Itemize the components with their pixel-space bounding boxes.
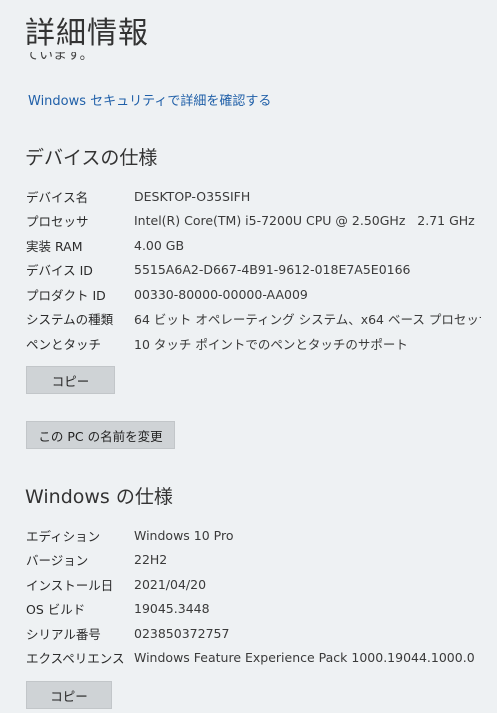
spec-value: 4.00 GB — [134, 237, 185, 253]
spec-row-device-id: デバイス ID 5515A6A2-D667-4B91-9612-018E7A5E… — [26, 258, 481, 283]
spec-value: 5515A6A2-D667-4B91-9612-018E7A5E0166 — [134, 262, 411, 278]
spec-label: エディション — [26, 528, 101, 544]
spec-label: プロダクト ID — [26, 287, 106, 303]
spec-label: デバイス ID — [26, 263, 93, 279]
copy-device-specs-button[interactable]: コピー — [26, 366, 115, 394]
windows-security-link[interactable]: Windows セキュリティで詳細を確認する — [28, 90, 271, 109]
copy-windows-specs-button[interactable]: コピー — [26, 681, 112, 709]
spec-row-os-build: OS ビルド 19045.3448 — [26, 597, 481, 622]
spec-value: Intel(R) Core(TM) i5-7200U CPU @ 2.50GHz… — [134, 213, 475, 229]
spec-label: エクスペリエンス — [26, 651, 125, 667]
spec-value: 023850372757 — [134, 625, 230, 641]
spec-row-edition: エディション Windows 10 Pro — [26, 523, 481, 548]
spec-row-ram: 実装 RAM 4.00 GB — [26, 233, 481, 258]
spec-value: Windows 10 Pro — [134, 527, 234, 543]
spec-row-install-date: インストール日 2021/04/20 — [26, 572, 481, 597]
windows-specs-heading: Windows の仕様 — [25, 486, 173, 508]
spec-label: インストール日 — [26, 577, 114, 593]
spec-label: ペンとタッチ — [26, 336, 102, 352]
spec-row-serial-number: シリアル番号 023850372757 — [26, 621, 481, 646]
spec-value: 2021/04/20 — [134, 576, 207, 592]
page-title: 詳細情報 — [25, 16, 149, 51]
spec-label: プロセッサ — [26, 214, 89, 230]
spec-row-product-id: プロダクト ID 00330-80000-00000-AA009 — [26, 282, 481, 307]
about-page: 詳細情報 ています。 Windows セキュリティで詳細を確認する デバイスの仕… — [0, 0, 497, 713]
spec-value: DESKTOP-O35SIFH — [134, 188, 251, 204]
spec-label: OS ビルド — [26, 602, 86, 618]
spec-row-pen-touch: ペンとタッチ 10 タッチ ポイントでのペンとタッチのサポート — [26, 331, 481, 356]
spec-value: 22H2 — [134, 552, 168, 568]
windows-specs-table: エディション Windows 10 Pro バージョン 22H2 インストール日… — [26, 523, 481, 670]
spec-value: Windows Feature Experience Pack 1000.190… — [134, 650, 475, 666]
spec-row-device-name: デバイス名 DESKTOP-O35SIFH — [26, 184, 481, 209]
spec-row-version: バージョン 22H2 — [26, 548, 481, 573]
spec-value: 64 ビット オペレーティング システム、x64 ベース プロセッサ — [134, 312, 481, 328]
spec-label: デバイス名 — [26, 189, 89, 205]
device-specs-heading: デバイスの仕様 — [25, 147, 158, 169]
spec-row-experience: エクスペリエンス Windows Feature Experience Pack… — [26, 646, 481, 671]
spec-label: システムの種類 — [26, 312, 114, 328]
device-specs-table: デバイス名 DESKTOP-O35SIFH プロセッサ Intel(R) Cor… — [26, 184, 481, 356]
spec-value: 00330-80000-00000-AA009 — [134, 286, 308, 302]
spec-row-system-type: システムの種類 64 ビット オペレーティング システム、x64 ベース プロセ… — [26, 307, 481, 332]
rename-pc-button[interactable]: この PC の名前を変更 — [26, 421, 175, 449]
spec-row-processor: プロセッサ Intel(R) Core(TM) i5-7200U CPU @ 2… — [26, 209, 481, 234]
spec-label: バージョン — [26, 553, 89, 569]
spec-value: 10 タッチ ポイントでのペンとタッチのサポート — [134, 336, 408, 352]
spec-value: 19045.3448 — [134, 601, 210, 617]
spec-label: シリアル番号 — [26, 626, 101, 642]
spec-label: 実装 RAM — [26, 238, 83, 254]
